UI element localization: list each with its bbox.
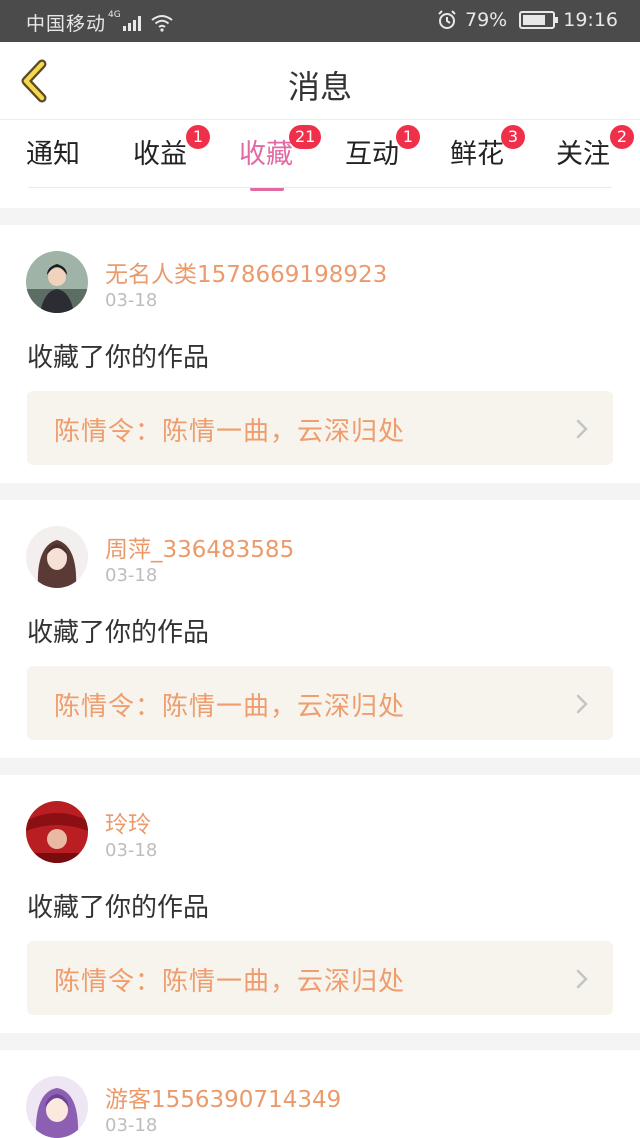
network-type: 4G — [108, 9, 121, 20]
list-item: 玲玲 03-18 收藏了你的作品 陈情令：陈情一曲，云深归处 — [0, 775, 640, 1033]
avatar[interactable] — [26, 251, 88, 313]
timestamp: 03-18 — [105, 290, 158, 311]
unread-badge: 3 — [501, 125, 525, 149]
action-text: 收藏了你的作品 — [27, 618, 210, 648]
unread-badge: 1 — [396, 125, 420, 149]
username[interactable]: 周萍_336483585 — [105, 530, 294, 564]
work-link[interactable]: 陈情令：陈情一曲，云深归处 — [27, 391, 613, 465]
unread-badge: 1 — [186, 125, 210, 149]
tab-flowers[interactable]: 鲜花 3 — [450, 125, 525, 171]
action-text: 收藏了你的作品 — [27, 343, 210, 373]
tab-label: 关注 — [556, 139, 610, 170]
tab-label: 通知 — [26, 139, 80, 170]
username[interactable]: 玲玲 — [105, 805, 151, 839]
chevron-right-icon — [576, 969, 588, 989]
avatar[interactable] — [26, 1076, 88, 1138]
tab-label: 收益 — [133, 139, 187, 170]
tab-label: 鲜花 — [450, 139, 504, 170]
tab-favorites[interactable]: 收藏 21 — [239, 125, 322, 191]
battery-percent: 79% — [465, 9, 508, 31]
page-title: 消息 — [287, 68, 352, 106]
signal-icon — [122, 15, 141, 31]
work-title: 陈情令：陈情一曲，云深归处 — [54, 967, 406, 997]
list-item: 周萍_336483585 03-18 收藏了你的作品 陈情令：陈情一曲，云深归处 — [0, 500, 640, 758]
timestamp: 03-18 — [105, 1115, 158, 1136]
work-title: 陈情令：陈情一曲，云深归处 — [54, 417, 406, 447]
nav-bar: 消息 — [0, 42, 640, 120]
tab-earnings[interactable]: 收益 1 — [133, 125, 210, 171]
chevron-right-icon — [576, 694, 588, 714]
wifi-icon — [151, 14, 173, 32]
tab-notifications[interactable]: 通知 — [26, 132, 80, 171]
tabs-divider — [28, 187, 612, 188]
action-text: 收藏了你的作品 — [27, 893, 210, 923]
work-link[interactable]: 陈情令：陈情一曲，云深归处 — [27, 666, 613, 740]
list-item: 游客1556390714349 03-18 — [0, 1050, 640, 1138]
message-tabs: 通知 收益 1 收藏 21 互动 1 鲜花 3 关注 2 — [0, 120, 640, 208]
work-title: 陈情令：陈情一曲，云深归处 — [54, 692, 406, 722]
carrier-label: 中国移动 — [26, 13, 107, 35]
chevron-right-icon — [576, 419, 588, 439]
tab-label: 互动 — [345, 139, 399, 170]
username[interactable]: 无名人类1578669198923 — [105, 255, 387, 289]
tab-label: 收藏 — [239, 139, 293, 170]
avatar[interactable] — [26, 801, 88, 863]
list-item: 无名人类1578669198923 03-18 收藏了你的作品 陈情令：陈情一曲… — [0, 225, 640, 483]
tab-interactions[interactable]: 互动 1 — [345, 125, 420, 171]
work-link[interactable]: 陈情令：陈情一曲，云深归处 — [27, 941, 613, 1015]
timestamp: 03-18 — [105, 840, 158, 861]
tab-follows[interactable]: 关注 2 — [556, 125, 634, 171]
avatar[interactable] — [26, 526, 88, 588]
username[interactable]: 游客1556390714349 — [105, 1080, 341, 1114]
status-bar: 中国移动 4G 79% 19:16 — [0, 0, 640, 42]
unread-badge: 21 — [289, 125, 322, 149]
timestamp: 03-18 — [105, 565, 158, 586]
battery-icon — [519, 11, 559, 29]
clock: 19:16 — [563, 9, 618, 31]
alarm-icon — [438, 10, 456, 29]
unread-badge: 2 — [610, 125, 634, 149]
